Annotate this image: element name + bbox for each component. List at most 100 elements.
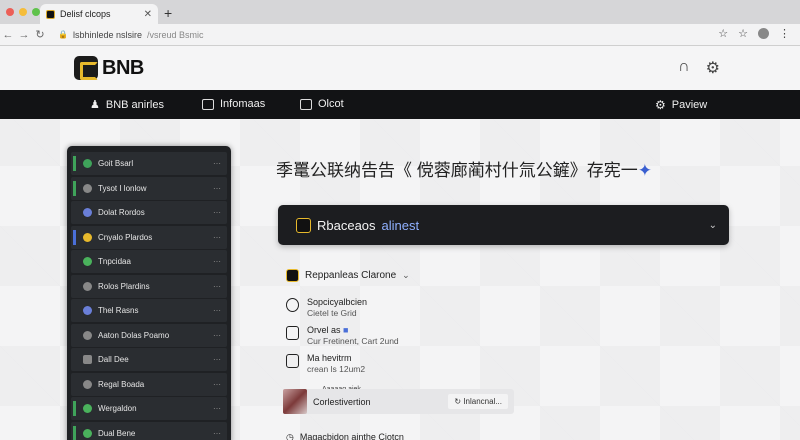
window-controls [6,8,40,16]
info-icon [286,298,299,312]
row-action-button[interactable]: ↻ Inlancnal... [448,394,508,409]
profile-avatar[interactable] [758,28,769,39]
gear-icon [83,232,92,242]
sidebar-item[interactable]: Cnyalo Plardos ⋯ [71,225,227,249]
sidebar-item-label: Aaton Dolas Poamo [98,330,170,340]
sidebar-item[interactable]: Tysot I lonlow ⋯ [71,176,227,200]
person-icon: ♟ [90,99,100,111]
nav-item-olcot[interactable]: Olcot [300,98,344,110]
list-item[interactable]: Ma hevitrm crean ls 12um2 [286,353,365,374]
more-icon[interactable]: ⋯ [213,380,221,389]
sidebar-item-label: Rolos Plardins [98,281,150,291]
nav-item-label: Olcot [318,98,344,110]
site-header: BNB ∩ ⚙ [0,46,800,90]
sidebar-item-label: Wergaldon [98,404,137,414]
row-text: Corlestivertion [313,396,371,407]
tab-close-icon[interactable]: ✕ [144,9,152,20]
settings-gear-icon[interactable]: ⚙ [706,58,720,78]
sidebar-item-label: Tysot I lonlow [98,183,147,193]
more-icon[interactable]: ⋯ [213,331,221,340]
clock-icon: ◷ [286,432,294,440]
nav-item-label: Paview [671,99,708,111]
tag-icon: ■ [343,325,349,335]
sidebar-item-marker [73,156,76,171]
sidebar-item[interactable]: Wergaldon ⋯ [71,397,227,421]
row-action-label: Inlancnal... [463,397,502,406]
nav-item-anirles[interactable]: ♟ BNB anirles [90,98,164,112]
more-icon[interactable]: ⋯ [213,208,221,217]
more-icon[interactable]: ⋯ [213,233,221,242]
nav-item-paview[interactable]: ⚙ Paview [655,98,707,112]
sidebar-item-label: Regal Boada [98,379,145,389]
sidebar-item[interactable]: Aaton Dolas Poamo ⋯ [71,323,227,347]
sidebar-item-label: Thel Rasns [98,306,139,316]
more-icon[interactable]: ⋯ [213,306,221,315]
sidebar-item[interactable]: Goit Bsarl ⋯ [71,152,227,175]
back-icon[interactable]: ← [0,29,16,41]
more-icon[interactable]: ⋯ [213,404,221,413]
extensions-icon[interactable]: ☆ [738,27,748,40]
more-icon[interactable]: ⋯ [213,159,221,168]
checkbox-icon [286,354,299,368]
sidebar-item-icon [83,159,92,168]
brand-logo-icon [74,56,98,80]
list-item[interactable]: Sopcicyalbcien Cietel te Grid [286,297,367,318]
minimize-window-button[interactable] [19,8,27,16]
site-info-icon[interactable]: 🔒 [58,30,68,39]
notification-icon[interactable]: ∩ [678,58,690,78]
sidebar-item[interactable]: Dall Dee ⋯ [71,348,227,372]
sidebar-item[interactable]: Tnpcidaa ⋯ [71,250,227,274]
brand-logo-icon [296,217,311,233]
gear-icon [83,183,92,193]
chevron-down-icon[interactable]: ⌄ [709,220,717,231]
sidebar-item-label: Goit Bsarl [98,159,134,168]
headline-text: 季鼍公联纳告告《 傥蓉廊蔺村什氚公鏟》存宪一 [276,161,638,180]
circle-icon [83,257,92,267]
nav-item-infomaas[interactable]: Infomaas [202,98,265,110]
gear-icon [83,330,92,340]
new-tab-button[interactable]: + [164,5,172,21]
reload-icon[interactable]: ↻ [32,28,48,41]
more-icon[interactable]: ⋯ [213,429,221,438]
browser-tab[interactable]: Delisf clcops ✕ [40,4,158,24]
sidebar-item[interactable]: Rolos Plardins ⋯ [71,274,227,298]
forward-icon[interactable]: → [16,29,32,41]
close-window-button[interactable] [6,8,14,16]
browser-menu-icon[interactable]: ⋮ [779,27,790,40]
more-icon[interactable]: ⋯ [213,184,221,193]
sidebar-item[interactable]: Dual Bene ⋯ [71,422,227,440]
gear-icon [83,281,92,291]
more-icon[interactable]: ⋯ [213,282,221,291]
list-item[interactable]: ◷ Magacbidon ainthe Ciotcn [286,432,404,440]
sidebar-item[interactable]: Dolat Rordos ⋯ [71,201,227,225]
address-bar: ← → ↻ 🔒 lsbhinlede nslsire /vsreud Bsmic… [0,24,800,46]
refresh-icon: ↻ [454,397,462,406]
featured-card[interactable]: Rbaceaos alinest ⌄ [278,205,729,245]
more-icon[interactable]: ⋯ [213,257,221,266]
main-navbar: ♟ BNB anirles Infomaas Olcot ⚙ Paview [0,90,800,119]
sidebar-item-label: Dolat Rordos [98,208,145,218]
sidebar-item-marker [73,229,76,245]
list-item[interactable]: Orvel as ■ Cur Fretinent, Cart 2und [286,325,399,346]
maximize-window-button[interactable] [32,8,40,16]
list-item-subtitle: Cur Fretinent, Cart 2und [307,336,399,346]
sidebar-item[interactable]: Regal Boada ⋯ [71,372,227,396]
nav-item-label: Infomaas [220,98,266,110]
document-icon [83,355,92,365]
gear-icon [83,208,92,218]
sidebar-item-marker [73,426,76,440]
filter-dropdown[interactable]: Reppanleas Clarone ⌄ [286,269,410,282]
list-item-title: Orvel as ■ [307,325,349,335]
bookmark-star-icon[interactable]: ☆ [718,27,728,40]
brand-logo[interactable]: BNB [74,56,144,80]
media-row[interactable]: Corlestivertion ↻ Inlancnal... [283,389,514,414]
dropdown-label: Reppanleas Clarone [305,270,397,281]
message-icon [202,98,214,110]
more-icon[interactable]: ⋯ [213,355,221,364]
url-field[interactable]: 🔒 lsbhinlede nslsire /vsreud Bsmic [58,30,204,40]
sidebar-item[interactable]: Thel Rasns ⋯ [71,299,227,323]
sidebar-panel: Goit Bsarl ⋯ Tysot I lonlow ⋯ Dolat Rord… [67,146,231,440]
list-item-subtitle: crean ls 12um2 [307,364,366,374]
card-title-accent: alinest [381,217,420,233]
list-item-subtitle: Cietel te Grid [307,308,357,318]
